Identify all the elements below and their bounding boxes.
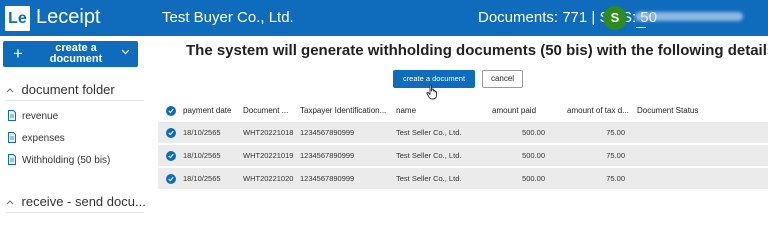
check-icon — [168, 108, 174, 114]
document-icon — [8, 110, 16, 121]
chevron-down-icon — [121, 47, 130, 59]
cell-payment-date: 18/10/2565 — [183, 151, 221, 160]
usage-counts: Documents: 771 | SMS: 50 — [478, 9, 657, 26]
column-header-payment-date[interactable]: payment date — [183, 106, 231, 115]
cell-tax: 75.00 — [606, 151, 625, 160]
column-header-taxpayer-id[interactable]: Taxpayer Identification... — [300, 106, 386, 115]
cell-tax: 75.00 — [606, 174, 625, 183]
column-header-status[interactable]: Document Status — [637, 106, 698, 115]
table-row[interactable]: 18/10/2565 WHT20221020 1234567890999 Tes… — [158, 168, 768, 189]
cancel-button[interactable]: cancel — [482, 70, 523, 88]
app-name[interactable]: Leceipt — [36, 4, 101, 30]
cell-taxpayer-id: 1234567890999 — [300, 128, 355, 137]
cell-document: WHT20221019 — [243, 151, 294, 160]
row-checkbox[interactable] — [166, 174, 176, 184]
create-document-label-line2: document — [49, 53, 103, 65]
cell-name: Test Seller Co., Ltd. — [396, 128, 462, 137]
column-header-amount-paid[interactable]: amount paid — [492, 106, 536, 115]
section-label: receive - send docu... — [21, 194, 146, 209]
column-header-tax[interactable]: amount of tax d... — [567, 106, 629, 115]
cell-payment-date: 18/10/2565 — [183, 128, 221, 137]
cell-payment-date: 18/10/2565 — [183, 174, 221, 183]
section-divider — [6, 212, 144, 213]
cell-amount-paid: 500.00 — [522, 151, 545, 160]
create-document-label: create a document — [33, 43, 119, 65]
create-document-menu-button[interactable]: + create a document — [3, 41, 138, 67]
cell-document: WHT20221020 — [243, 174, 294, 183]
cell-name: Test Seller Co., Ltd. — [396, 174, 462, 183]
cell-taxpayer-id: 1234567890999 — [300, 151, 355, 160]
user-divider — [636, 27, 646, 28]
row-checkbox[interactable] — [166, 151, 176, 161]
sidebar-item-label: Withholding (50 bis) — [22, 155, 111, 166]
page-title: The system will generate withholding doc… — [186, 42, 768, 59]
sidebar-item-label: expenses — [22, 133, 65, 144]
row-checkbox[interactable] — [166, 128, 176, 138]
avatar[interactable]: S — [603, 6, 627, 30]
user-email-redacted — [635, 12, 743, 21]
check-icon — [168, 176, 174, 182]
section-receive-send[interactable]: receive - send docu... — [6, 194, 146, 209]
section-divider — [6, 100, 144, 101]
column-header-document[interactable]: Document ... — [243, 106, 288, 115]
app-header: Le Leceipt Test Buyer Co., Ltd. Document… — [0, 0, 768, 36]
check-icon — [168, 153, 174, 159]
select-all-checkbox[interactable] — [166, 106, 176, 116]
section-document-folder[interactable]: document folder — [6, 82, 115, 97]
sidebar-item-label: revenue — [22, 111, 59, 122]
cell-tax: 75.00 — [606, 128, 625, 137]
table-row[interactable]: 18/10/2565 WHT20221018 1234567890999 Tes… — [158, 122, 768, 143]
sidebar-item-expenses[interactable]: expenses — [7, 132, 65, 144]
company-name: Test Buyer Co., Ltd. — [162, 9, 294, 26]
caret-up-icon — [6, 197, 17, 207]
plus-icon: + — [13, 44, 23, 63]
document-icon — [8, 154, 16, 165]
check-icon — [168, 130, 174, 136]
cell-document: WHT20221018 — [243, 128, 294, 137]
sidebar-item-revenue[interactable]: revenue — [7, 110, 58, 122]
column-header-name[interactable]: name — [396, 106, 416, 115]
caret-up-icon — [6, 85, 17, 95]
sidebar: + create a document document folder reve… — [0, 36, 146, 218]
cell-name: Test Seller Co., Ltd. — [396, 151, 462, 160]
document-icon — [8, 132, 16, 143]
cell-amount-paid: 500.00 — [522, 128, 545, 137]
app-logo[interactable]: Le — [5, 6, 30, 31]
table-row[interactable]: 18/10/2565 WHT20221019 1234567890999 Tes… — [158, 145, 768, 166]
cell-amount-paid: 500.00 — [522, 174, 545, 183]
cell-taxpayer-id: 1234567890999 — [300, 174, 355, 183]
sidebar-item-withholding[interactable]: Withholding (50 bis) — [7, 154, 110, 166]
table-header: payment date Document ... Taxpayer Ident… — [158, 100, 768, 122]
section-label: document folder — [21, 82, 115, 97]
